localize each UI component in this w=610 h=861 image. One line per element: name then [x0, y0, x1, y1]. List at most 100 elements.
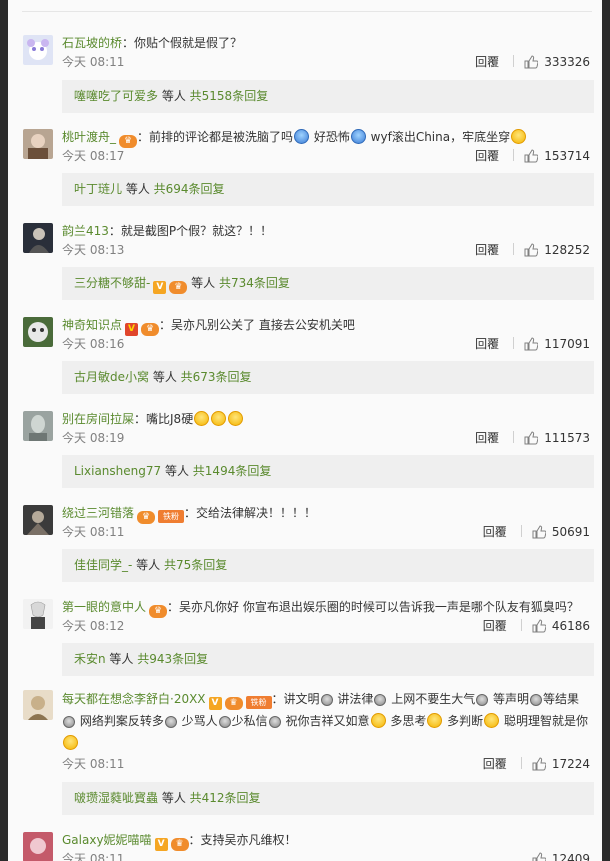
thumbs-up-icon[interactable] [532, 852, 547, 861]
comment-text: 别在房间拉屎：嘴比J8硬 [62, 409, 592, 429]
comment-body: ：前排的评论都是被洗脑了吗 [137, 130, 294, 144]
username-link[interactable]: 韵兰413 [62, 224, 109, 238]
reply-user[interactable]: Lixiansheng77 [74, 464, 161, 478]
avatar[interactable] [23, 690, 53, 720]
avatar[interactable] [23, 35, 53, 65]
avatar[interactable] [23, 599, 53, 629]
page-edge [606, 0, 610, 861]
thumbs-up-icon[interactable] [524, 149, 539, 167]
thumbs-up-icon[interactable] [532, 525, 547, 543]
reply-button[interactable]: 回覆 [475, 242, 499, 258]
reply-button[interactable]: 回覆 [475, 430, 499, 446]
like-count: 117091 [544, 337, 590, 351]
vip-badge-icon: ♛ [141, 323, 160, 336]
thumbs-up-icon[interactable] [524, 243, 539, 261]
reply-summary[interactable]: 噻噻吃了可爱多 等人 共5158条回复 [62, 80, 594, 113]
reply-summary[interactable]: 叶丁琏儿 等人 共694条回复 [62, 173, 594, 206]
reply-summary[interactable]: 三分糖不够甜- V ♛ 等人 共734条回复 [62, 267, 594, 300]
avatar[interactable] [23, 832, 53, 861]
comment-body: ：讲文明 [271, 692, 320, 706]
username-link[interactable]: 石瓦坡的桥 [62, 36, 122, 50]
reply-button[interactable]: 回覆 [475, 148, 499, 164]
comment-body: 少骂人 [177, 714, 218, 728]
reply-user[interactable]: 啵瓒湿蕤呲寳蟲 [74, 791, 158, 805]
username-link[interactable]: 神奇知识点 [62, 318, 122, 332]
thumbs-up-icon[interactable] [532, 619, 547, 637]
verified-icon: V [153, 281, 167, 294]
like-count: 153714 [544, 149, 590, 163]
reply-user[interactable]: 叶丁琏儿 [74, 182, 122, 196]
comment-actions: 回覆 128252 [475, 242, 590, 258]
verified-icon: V [154, 838, 168, 851]
reply-user[interactable]: 噻噻吃了可爱多 [74, 89, 158, 103]
divider [520, 757, 522, 769]
avatar[interactable] [23, 411, 53, 441]
reply-button[interactable]: 回覆 [483, 618, 507, 634]
timestamp: 今天 08:19 [62, 431, 125, 445]
emoji-icon [374, 694, 387, 706]
reply-button[interactable]: 回覆 [475, 54, 499, 70]
comment-text: 韵兰413：就是截图P个假？就这？！！ [62, 221, 592, 241]
avatar[interactable] [23, 317, 53, 347]
reply-button[interactable]: 回覆 [483, 756, 507, 772]
divider [513, 337, 515, 349]
reply-suffix: 等人 [158, 89, 190, 103]
emoji-icon [211, 411, 227, 426]
fan-badge: 铁粉 [158, 510, 185, 523]
reply-summary[interactable]: 佳佳同学_- 等人 共75条回复 [62, 549, 594, 582]
comment-body: ：就是截图P个假？就这？！！ [108, 224, 273, 238]
reply-summary[interactable]: 古月敏de小窝 等人 共673条回复 [62, 361, 594, 394]
emoji-icon [511, 129, 527, 144]
avatar[interactable] [23, 505, 53, 535]
username-link[interactable]: 每天都在想念李舒白·20XX [62, 692, 206, 706]
avatar[interactable] [23, 129, 53, 159]
divider [22, 11, 592, 12]
reply-user[interactable]: 古月敏de小窝 [74, 370, 149, 384]
divider [513, 55, 515, 67]
reply-suffix: 等人 [161, 464, 193, 478]
comment-text: 石瓦坡的桥：你贴个假就是假了？ [62, 33, 592, 53]
timestamp: 今天 08:11 [62, 757, 125, 771]
thumbs-up-icon[interactable] [532, 757, 547, 775]
reply-count-link[interactable]: 共1494条回复 [193, 464, 272, 478]
reply-summary[interactable]: 啵瓒湿蕤呲寳蟲 等人 共412条回复 [62, 782, 594, 815]
fan-badge: 铁粉 [245, 696, 272, 709]
avatar[interactable] [23, 223, 53, 253]
reply-count-link[interactable]: 共412条回复 [190, 791, 261, 805]
victory-hand-icon [370, 713, 386, 728]
reply-count-link[interactable]: 共673条回复 [181, 370, 252, 384]
emoji-icon [294, 129, 310, 144]
comment-body: 网络判案反转多 [76, 714, 164, 728]
reply-count-link[interactable]: 共5158条回复 [190, 89, 269, 103]
divider [513, 243, 515, 255]
like-count: 17224 [551, 757, 590, 771]
comment-body: ：支持吴亦凡维权！ [188, 833, 297, 847]
reply-count-link[interactable]: 共734条回复 [219, 276, 290, 290]
thumbs-up-icon[interactable] [524, 337, 539, 355]
reply-summary[interactable]: 禾安n 等人 共943条回复 [62, 643, 594, 676]
emoji-icon [194, 411, 210, 426]
reply-count-link[interactable]: 共694条回复 [154, 182, 225, 196]
comment-body: wyf滚出China，牢底坐穿 [366, 130, 511, 144]
like-count: 128252 [544, 243, 590, 257]
reply-count-link[interactable]: 共75条回复 [164, 558, 227, 572]
fist-icon [63, 735, 78, 750]
username-link[interactable]: Galaxy妮妮喵喵 [62, 833, 152, 847]
username-link[interactable]: 桃叶渡舟_ [62, 130, 116, 144]
reply-button[interactable]: 回覆 [483, 524, 507, 540]
reply-user[interactable]: 禾安n [74, 652, 106, 666]
reply-user[interactable]: 佳佳同学_- [74, 558, 132, 572]
thumbs-up-icon[interactable] [524, 55, 539, 73]
username-link[interactable]: 绕过三河错落 [62, 506, 134, 520]
hand-icon [484, 713, 500, 728]
vip-badge-icon: ♛ [119, 135, 138, 148]
thumbs-up-icon[interactable] [524, 431, 539, 449]
like-count: 50691 [551, 525, 590, 539]
comment-body: 上网不要生大气 [387, 692, 476, 706]
reply-user[interactable]: 三分糖不够甜- [74, 276, 150, 290]
reply-count-link[interactable]: 共943条回复 [137, 652, 208, 666]
reply-button[interactable]: 回覆 [475, 336, 499, 352]
username-link[interactable]: 别在房间拉屎 [62, 412, 134, 426]
username-link[interactable]: 第一眼的意中人 [62, 600, 146, 614]
reply-summary[interactable]: Lixiansheng77 等人 共1494条回复 [62, 455, 594, 488]
